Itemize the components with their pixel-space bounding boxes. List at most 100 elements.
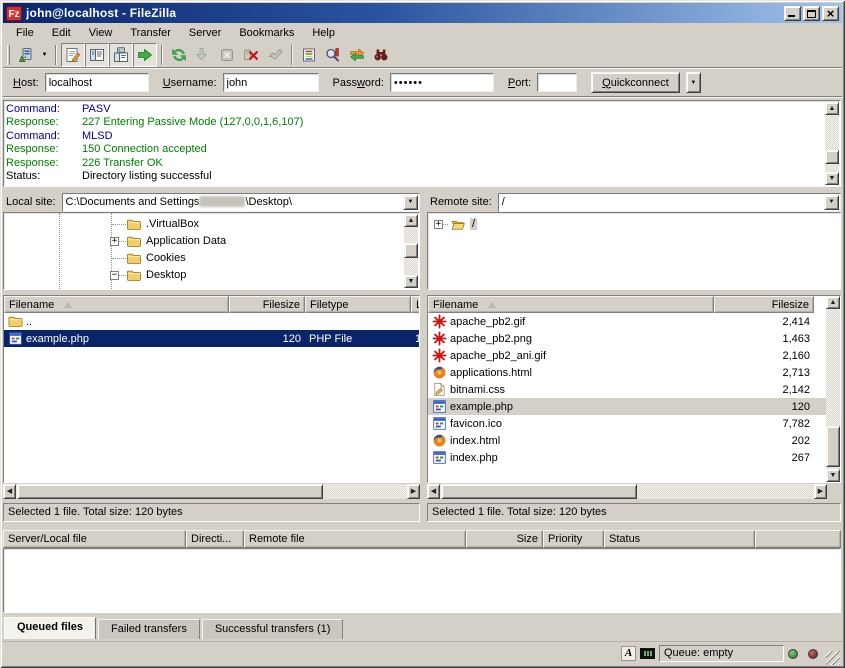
- toolbar-compare-button[interactable]: [321, 43, 345, 67]
- column-header-filename[interactable]: Filename: [4, 296, 229, 313]
- scroll-right-button[interactable]: ▶: [407, 484, 420, 499]
- maximize-button[interactable]: [803, 6, 820, 21]
- toolbar-site-manager-button[interactable]: [14, 43, 38, 67]
- resize-grip[interactable]: [826, 651, 840, 665]
- local-list-hscrollbar[interactable]: ◀▶: [3, 484, 420, 499]
- toolbar-site-manager-dropdown-button[interactable]: ▼: [38, 43, 51, 67]
- file-row[interactable]: index.html202: [428, 432, 826, 449]
- column-header-filename[interactable]: Filename: [428, 296, 714, 313]
- expand-icon[interactable]: +: [434, 220, 443, 229]
- remote-tree[interactable]: +/: [427, 212, 841, 290]
- host-input[interactable]: [45, 73, 149, 92]
- toolbar-process-queue-button[interactable]: [191, 43, 215, 67]
- scroll-right-button[interactable]: ▶: [814, 484, 827, 499]
- queue-column-remote-file[interactable]: Remote file: [244, 530, 466, 548]
- collapse-icon[interactable]: −: [110, 271, 119, 280]
- quickconnect-button[interactable]: Quickconnect: [591, 72, 680, 93]
- toolbar-reconnect-button[interactable]: [263, 43, 287, 67]
- column-header-filesize[interactable]: Filesize: [714, 296, 814, 313]
- scroll-down-button[interactable]: ▼: [404, 275, 418, 288]
- scroll-thumb[interactable]: [441, 484, 637, 499]
- remote-file-list[interactable]: FilenameFilesize apache_pb2.gif2,414apac…: [427, 295, 841, 483]
- tab-successful-transfers-1[interactable]: Successful transfers (1): [202, 619, 344, 639]
- minimize-button[interactable]: [784, 6, 801, 21]
- remote-site-combobox[interactable]: / ▼: [498, 193, 841, 212]
- queue-column-blank[interactable]: [755, 530, 841, 548]
- tree-item-item[interactable]: +/: [428, 216, 838, 233]
- menu-item-bookmarks[interactable]: Bookmarks: [230, 25, 303, 41]
- toolbar-grip[interactable]: [7, 45, 10, 65]
- toolbar-refresh-button[interactable]: [167, 43, 191, 67]
- file-row[interactable]: apache_pb2.png1,463: [428, 330, 826, 347]
- menu-item-server[interactable]: Server: [180, 25, 230, 41]
- local-site-dropdown-button[interactable]: ▼: [403, 195, 418, 210]
- toolbar-sync-browsing-button[interactable]: [345, 43, 369, 67]
- tree-item-desktop[interactable]: −Desktop: [4, 267, 403, 284]
- queue-column-server-local-file[interactable]: Server/Local file: [3, 530, 186, 548]
- toolbar-cancel-button[interactable]: [215, 43, 239, 67]
- queue-column-directi[interactable]: Directi...: [186, 530, 244, 548]
- tree-item-virtualbox[interactable]: .VirtualBox: [4, 216, 403, 233]
- file-row[interactable]: index.php267: [428, 449, 826, 466]
- tab-failed-transfers[interactable]: Failed transfers: [98, 619, 200, 639]
- toolbar-toggle-log-button[interactable]: [61, 43, 85, 67]
- expand-icon[interactable]: +: [110, 237, 119, 246]
- log-scrollbar[interactable]: ▲▼: [825, 102, 839, 185]
- title-bar[interactable]: Fz john@localhost - FileZilla ×: [3, 3, 842, 23]
- toolbar-toggle-remote-tree-button[interactable]: [109, 43, 133, 67]
- column-header-l[interactable]: L: [411, 296, 420, 313]
- toolbar-find-button[interactable]: [369, 43, 393, 67]
- scroll-left-button[interactable]: ◀: [427, 484, 440, 499]
- scroll-thumb[interactable]: [826, 426, 840, 467]
- column-header-filetype[interactable]: Filetype: [305, 296, 411, 313]
- remote-list-scrollbar[interactable]: ▲▼: [826, 296, 840, 482]
- file-row[interactable]: example.php120: [428, 398, 826, 415]
- tree-item-application-data[interactable]: +Application Data: [4, 233, 403, 250]
- message-log[interactable]: Command:PASVResponse:227 Entering Passiv…: [3, 100, 841, 187]
- menu-item-file[interactable]: File: [7, 25, 43, 41]
- menu-item-edit[interactable]: Edit: [43, 25, 80, 41]
- toolbar-toggle-queue-button[interactable]: [133, 43, 157, 67]
- scroll-thumb[interactable]: [404, 243, 418, 258]
- scroll-up-button[interactable]: ▲: [404, 214, 418, 227]
- speed-limit-icon[interactable]: [640, 648, 655, 659]
- file-row[interactable]: bitnami.css2,142: [428, 381, 826, 398]
- tab-queued-files[interactable]: Queued files: [4, 617, 96, 639]
- local-file-list[interactable]: FilenameFilesizeFiletypeL ..example.php1…: [3, 295, 420, 483]
- password-input[interactable]: [390, 73, 494, 92]
- file-row[interactable]: applications.html2,713: [428, 364, 826, 381]
- close-button[interactable]: ×: [822, 6, 839, 21]
- local-tree[interactable]: .VirtualBox+Application DataCookies−Desk…: [3, 212, 420, 290]
- scroll-thumb[interactable]: [825, 150, 839, 164]
- menu-item-view[interactable]: View: [80, 25, 122, 41]
- remote-site-dropdown-button[interactable]: ▼: [824, 195, 839, 210]
- toolbar-disconnect-button[interactable]: [239, 43, 263, 67]
- scroll-thumb[interactable]: [17, 484, 323, 499]
- port-input[interactable]: [537, 73, 577, 92]
- column-header-filesize[interactable]: Filesize: [229, 296, 305, 313]
- toolbar-toggle-local-tree-button[interactable]: [85, 43, 109, 67]
- file-row[interactable]: favicon.ico7,782: [428, 415, 826, 432]
- file-row[interactable]: apache_pb2_ani.gif2,160: [428, 347, 826, 364]
- data-type-indicator-icon[interactable]: A: [621, 646, 636, 661]
- remote-list-hscrollbar[interactable]: ◀▶: [427, 484, 827, 499]
- queue-column-status[interactable]: Status: [604, 530, 755, 548]
- scroll-up-button[interactable]: ▲: [826, 296, 840, 309]
- queue-column-priority[interactable]: Priority: [543, 530, 604, 548]
- queue-list[interactable]: [3, 548, 841, 613]
- file-row[interactable]: apache_pb2.gif2,414: [428, 313, 826, 330]
- scroll-down-button[interactable]: ▼: [825, 172, 839, 185]
- menu-item-transfer[interactable]: Transfer: [121, 25, 180, 41]
- scroll-down-button[interactable]: ▼: [826, 469, 840, 482]
- tree-item-cookies[interactable]: Cookies: [4, 250, 403, 267]
- scroll-left-button[interactable]: ◀: [3, 484, 16, 499]
- menu-item-help[interactable]: Help: [303, 25, 344, 41]
- username-input[interactable]: [223, 73, 319, 92]
- queue-column-size[interactable]: Size: [466, 530, 543, 548]
- local-site-combobox[interactable]: C:\Documents and Settings\Desktop\ ▼: [62, 193, 420, 212]
- file-row[interactable]: example.php120PHP File1: [4, 330, 419, 347]
- file-row[interactable]: ..: [4, 313, 419, 330]
- toolbar-filter-button[interactable]: [297, 43, 321, 67]
- local-tree-scrollbar[interactable]: ▲▼: [404, 214, 418, 288]
- scroll-up-button[interactable]: ▲: [825, 102, 839, 115]
